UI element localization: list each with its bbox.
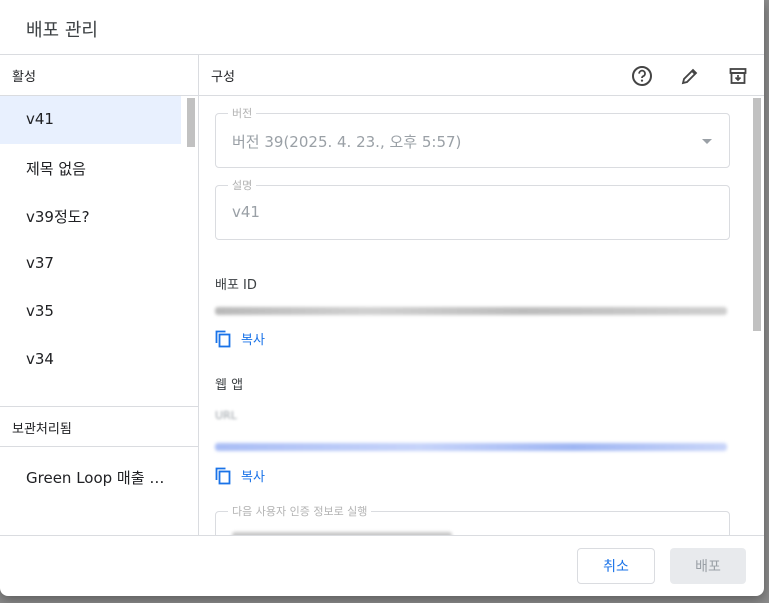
deployment-id-label: 배포 ID: [215, 278, 257, 293]
manage-deployments-dialog: 배포 관리 활성 v41 제목 없음 v39정도? v37 v35 v34 보관…: [0, 0, 764, 596]
version-field-label: 버전: [228, 105, 257, 121]
deployment-id-value: [215, 307, 727, 315]
archived-section-header: 보관처리됨: [0, 406, 198, 447]
execute-as-select[interactable]: 다음 사용자 인증 정보로 실행: [215, 503, 730, 535]
version-select[interactable]: 버전 버전 39(2025. 4. 23., 오후 5:57): [215, 105, 730, 168]
archive-icon[interactable]: [725, 63, 751, 89]
copy-icon: [215, 467, 231, 484]
copy-label: 복사: [241, 470, 265, 485]
deployment-item-v37[interactable]: v37: [0, 240, 198, 288]
deployment-sidebar: 활성 v41 제목 없음 v39정도? v37 v35 v34 보관처리됨 Gr…: [0, 55, 199, 535]
deployment-item-untitled[interactable]: 제목 없음: [0, 144, 198, 192]
help-icon[interactable]: [629, 63, 655, 89]
copy-icon: [215, 330, 231, 347]
configuration-header: 구성: [199, 55, 764, 96]
web-app-url-link[interactable]: [215, 443, 727, 451]
archived-item-green-loop[interactable]: Green Loop 매출 관...: [0, 447, 198, 507]
configuration-panel: 구성 버전 버전 39(2025. 4. 23., 오후 5:57) 설명 v4…: [199, 55, 764, 535]
edit-icon[interactable]: [677, 63, 703, 89]
deploy-button[interactable]: 배포: [670, 548, 746, 584]
sidebar-scrollbar[interactable]: [187, 98, 195, 147]
chevron-down-icon: [702, 139, 712, 144]
dialog-body: 활성 v41 제목 없음 v39정도? v37 v35 v34 보관처리됨 Gr…: [0, 55, 764, 535]
url-label: URL: [215, 409, 237, 422]
configuration-title: 구성: [211, 70, 235, 85]
execute-as-label: 다음 사용자 인증 정보로 실행: [228, 503, 372, 519]
configuration-scroll-area[interactable]: 버전 버전 39(2025. 4. 23., 오후 5:57) 설명 v41 배…: [199, 96, 764, 535]
web-app-label: 웹 앱: [215, 378, 244, 393]
active-deployment-list[interactable]: v41 제목 없음 v39정도? v37 v35 v34: [0, 96, 198, 406]
dialog-footer: 취소 배포: [0, 535, 764, 596]
dialog-title: 배포 관리: [0, 0, 764, 55]
active-section-header: 활성: [0, 55, 198, 96]
deployment-item-v34[interactable]: v34: [0, 336, 198, 384]
copy-url-button[interactable]: 복사: [215, 466, 265, 485]
deployment-item-v39[interactable]: v39정도?: [0, 192, 198, 240]
version-field-value: 버전 39(2025. 4. 23., 오후 5:57): [232, 133, 462, 151]
deployment-item-v41[interactable]: v41: [0, 96, 181, 144]
description-field-label: 설명: [228, 177, 257, 193]
deployment-item-v35[interactable]: v35: [0, 288, 198, 336]
description-field[interactable]: 설명 v41: [215, 177, 730, 240]
background-text: [28, 595, 108, 603]
configuration-scrollbar[interactable]: [753, 98, 761, 331]
cancel-button[interactable]: 취소: [577, 548, 655, 584]
copy-deployment-id-button[interactable]: 복사: [215, 329, 265, 348]
copy-label: 복사: [241, 333, 265, 348]
description-field-value: v41: [232, 203, 260, 221]
